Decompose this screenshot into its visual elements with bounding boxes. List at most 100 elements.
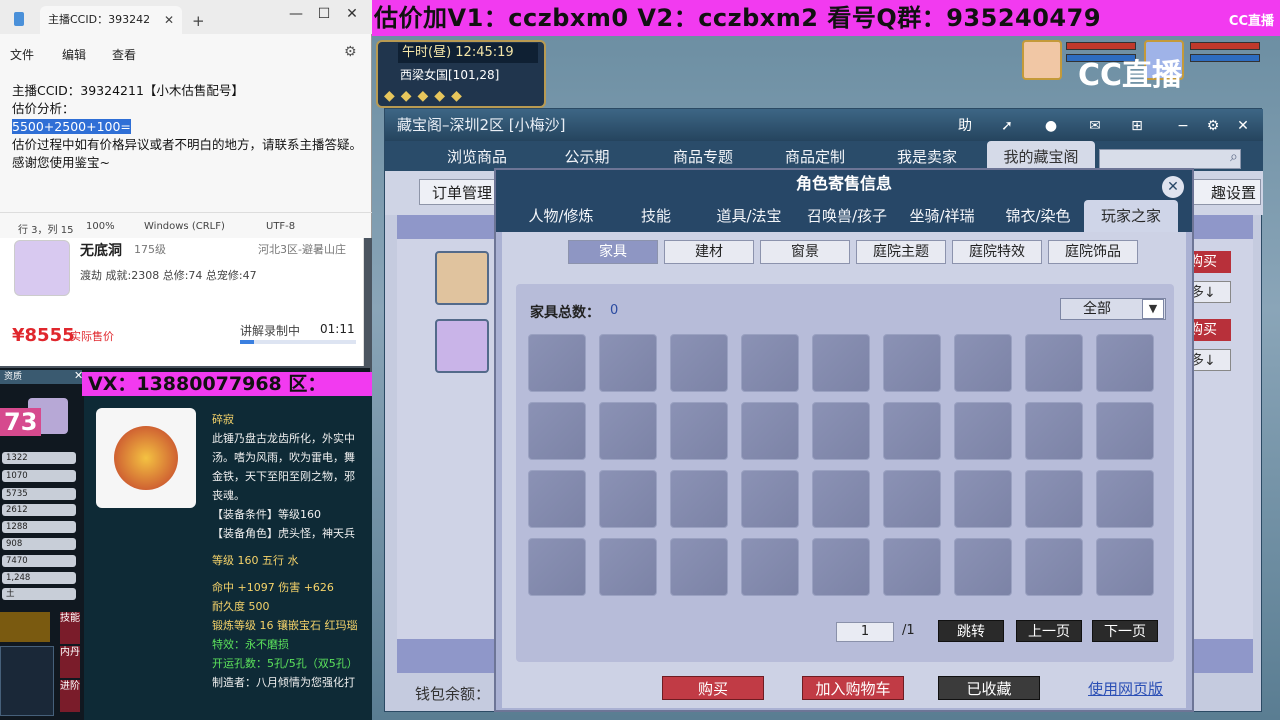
- furniture-slot[interactable]: [599, 538, 657, 596]
- furniture-slot[interactable]: [670, 538, 728, 596]
- furniture-slot[interactable]: [741, 538, 799, 596]
- subtab-yard-deco[interactable]: 庭院饰品: [1048, 240, 1138, 264]
- favorited-button[interactable]: 已收藏: [938, 676, 1040, 700]
- gear-icon[interactable]: ⚙: [1201, 115, 1225, 137]
- tab-items[interactable]: 道具/法宝: [700, 200, 798, 232]
- furniture-slot[interactable]: [599, 334, 657, 392]
- furniture-slot[interactable]: [670, 334, 728, 392]
- status-zoom: 100%: [86, 221, 115, 232]
- chat-icon[interactable]: ✉: [1083, 115, 1107, 137]
- hud-icons[interactable]: ◆◆◆◆◆: [384, 88, 468, 104]
- subtab-furniture[interactable]: 家具: [568, 240, 658, 264]
- prev-page-button[interactable]: 上一页: [1016, 620, 1082, 642]
- furniture-slot[interactable]: [741, 470, 799, 528]
- furniture-slot[interactable]: [528, 538, 586, 596]
- list-avatar[interactable]: [435, 319, 489, 373]
- furniture-slot[interactable]: [1096, 538, 1154, 596]
- close-icon[interactable]: ✕: [1162, 176, 1184, 198]
- help-button[interactable]: 助: [953, 115, 977, 137]
- search-icon[interactable]: ⌕: [1230, 149, 1238, 165]
- advance-button[interactable]: 进阶: [60, 680, 80, 712]
- notepad-text[interactable]: 主播CCID：39324211【小木估售配号】 估价分析： 5500+2500+…: [12, 82, 368, 172]
- furniture-slot[interactable]: [954, 402, 1012, 460]
- tab-browse[interactable]: 浏览商品: [425, 141, 529, 171]
- furniture-slot[interactable]: [741, 334, 799, 392]
- furniture-slot[interactable]: [883, 538, 941, 596]
- wallet-label: 钱包余额：: [415, 685, 491, 703]
- web-version-link[interactable]: 使用网页版: [1088, 678, 1163, 699]
- menu-view[interactable]: 查看: [112, 46, 136, 63]
- furniture-slot[interactable]: [1096, 402, 1154, 460]
- furniture-slot[interactable]: [741, 402, 799, 460]
- minimize-icon[interactable]: −: [1171, 115, 1195, 137]
- subtab-yard-theme[interactable]: 庭院主题: [856, 240, 946, 264]
- furniture-slot[interactable]: [954, 470, 1012, 528]
- inner-dan-button[interactable]: 内丹: [60, 646, 80, 678]
- settings-button[interactable]: 趣设置: [1191, 179, 1261, 205]
- furniture-slot[interactable]: [599, 402, 657, 460]
- tab-home[interactable]: 玩家之家: [1084, 200, 1178, 232]
- close-icon[interactable]: ✕: [338, 6, 366, 22]
- furniture-slot[interactable]: [528, 334, 586, 392]
- furniture-slot[interactable]: [883, 470, 941, 528]
- furniture-slot[interactable]: [1025, 470, 1083, 528]
- furniture-slot[interactable]: [812, 402, 870, 460]
- skills-button[interactable]: 技能: [60, 612, 80, 644]
- tab-skills[interactable]: 技能: [618, 200, 694, 232]
- menu-edit[interactable]: 编辑: [62, 46, 86, 63]
- tab-topics[interactable]: 商品专题: [651, 141, 755, 171]
- furniture-slot[interactable]: [954, 538, 1012, 596]
- share-icon[interactable]: ➚: [995, 115, 1019, 137]
- furniture-slot[interactable]: [883, 334, 941, 392]
- menu-file[interactable]: 文件: [10, 46, 34, 63]
- furniture-slot[interactable]: [528, 470, 586, 528]
- minimize-icon[interactable]: —: [282, 6, 310, 22]
- tab-mounts[interactable]: 坐骑/祥瑞: [896, 200, 988, 232]
- furniture-slot[interactable]: [812, 470, 870, 528]
- jump-button[interactable]: 跳转: [938, 620, 1004, 642]
- tab-seller[interactable]: 我是卖家: [875, 141, 979, 171]
- chevron-down-icon[interactable]: ▼: [1142, 299, 1164, 319]
- furniture-slot[interactable]: [528, 402, 586, 460]
- subtab-yard-effect[interactable]: 庭院特效: [952, 240, 1042, 264]
- buy-button[interactable]: 购买: [662, 676, 764, 700]
- tab-outfits[interactable]: 锦衣/染色: [992, 200, 1084, 232]
- player-avatar[interactable]: [1022, 40, 1062, 80]
- furniture-slot[interactable]: [883, 402, 941, 460]
- next-page-button[interactable]: 下一页: [1092, 620, 1158, 642]
- furniture-count-label: 家具总数：: [530, 305, 600, 321]
- furniture-slot[interactable]: [812, 334, 870, 392]
- page-input[interactable]: 1: [836, 622, 894, 642]
- close-icon[interactable]: ✕: [1231, 115, 1255, 137]
- gear-icon[interactable]: ⚙: [344, 44, 357, 60]
- tab-custom[interactable]: 商品定制: [763, 141, 867, 171]
- cart-icon[interactable]: ⊞: [1125, 115, 1149, 137]
- add-to-cart-button[interactable]: 加入购物车: [802, 676, 904, 700]
- furniture-slot[interactable]: [812, 538, 870, 596]
- record-icon[interactable]: ●: [1039, 115, 1063, 137]
- furniture-slot[interactable]: [599, 470, 657, 528]
- furniture-slot[interactable]: [1096, 470, 1154, 528]
- furniture-slot[interactable]: [1025, 402, 1083, 460]
- close-icon[interactable]: ✕: [164, 13, 174, 27]
- orders-button[interactable]: 订单管理: [419, 179, 505, 205]
- furniture-slot[interactable]: [670, 470, 728, 528]
- list-avatar[interactable]: [435, 251, 489, 305]
- tab-pets[interactable]: 召唤兽/孩子: [798, 200, 896, 232]
- notepad-tab[interactable]: 主播CCID：393242: [40, 6, 182, 34]
- inventory-grid[interactable]: [0, 646, 54, 716]
- furniture-slot[interactable]: [1025, 538, 1083, 596]
- skill-icons[interactable]: [0, 612, 50, 642]
- search-input[interactable]: [1099, 149, 1241, 169]
- furniture-slot[interactable]: [1096, 334, 1154, 392]
- subtab-materials[interactable]: 建材: [664, 240, 754, 264]
- tab-my-shop[interactable]: 我的藏宝阁: [987, 141, 1095, 171]
- furniture-slot[interactable]: [670, 402, 728, 460]
- maximize-icon[interactable]: ☐: [310, 6, 338, 22]
- new-tab-icon[interactable]: +: [192, 12, 205, 30]
- tab-public[interactable]: 公示期: [535, 141, 639, 171]
- tab-character[interactable]: 人物/修炼: [510, 200, 612, 232]
- subtab-window[interactable]: 窗景: [760, 240, 850, 264]
- furniture-slot[interactable]: [954, 334, 1012, 392]
- furniture-slot[interactable]: [1025, 334, 1083, 392]
